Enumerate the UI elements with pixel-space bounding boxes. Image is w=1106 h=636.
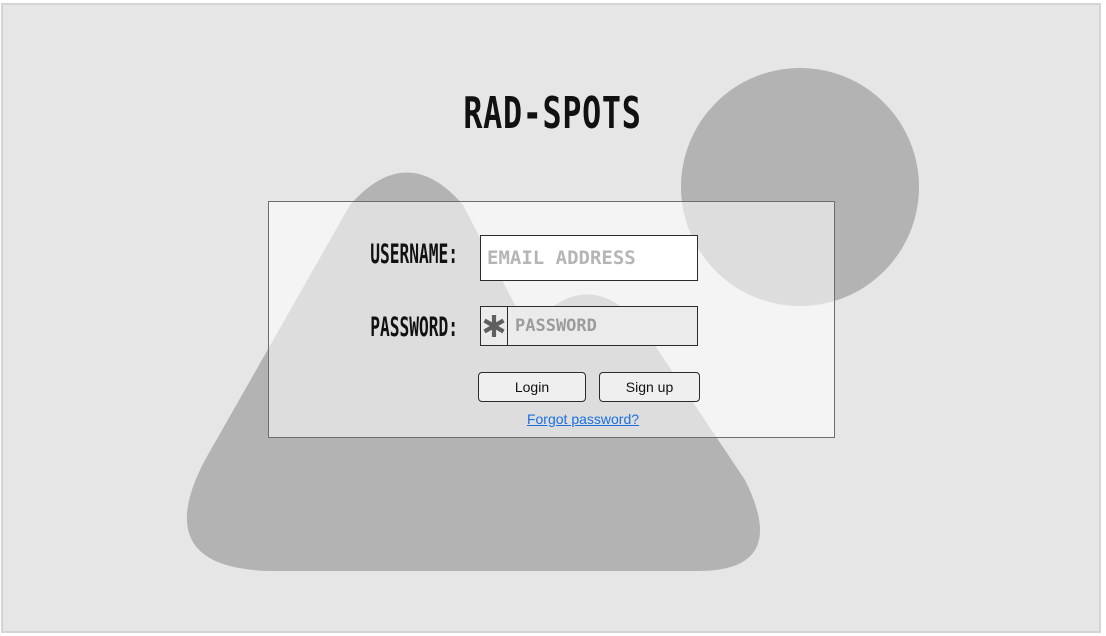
email-input[interactable] — [480, 235, 698, 281]
signup-button[interactable]: Sign up — [599, 372, 700, 402]
forgot-password-link[interactable]: Forgot password? — [483, 411, 683, 427]
asterisk-icon — [481, 307, 508, 345]
login-screen: RAD-SPOTS USERNAME: PASSWORD: Login Sign… — [0, 0, 1106, 636]
login-button[interactable]: Login — [478, 372, 586, 402]
password-input[interactable] — [508, 307, 739, 345]
app-title: RAD-SPOTS — [463, 88, 642, 139]
username-label: USERNAME: — [370, 239, 458, 270]
password-field — [480, 306, 739, 346]
password-label: PASSWORD: — [370, 312, 458, 343]
